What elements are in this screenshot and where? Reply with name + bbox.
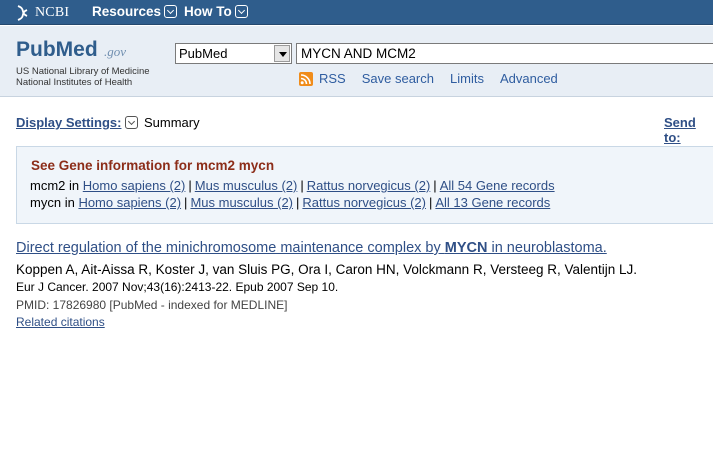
result-pmid: PMID: 17826980 [PubMed - indexed for MED…: [16, 298, 288, 312]
ncbi-logo[interactable]: NCBI: [14, 3, 69, 22]
pubmed-logo-gov: .gov: [104, 44, 127, 59]
pubmed-logo[interactable]: PubMed .gov: [16, 34, 156, 62]
database-select[interactable]: PubMed: [175, 43, 292, 64]
gene-row-mycn: mycn in Homo sapiens (2) | Mus musculus (2…: [30, 195, 550, 210]
gene-row-mcm2: mcm2 in Homo sapiens (2) | Mus musculus (2…: [30, 178, 555, 193]
chevron-down-icon: [164, 5, 178, 18]
howto-label: How To: [184, 4, 232, 19]
resources-label: Resources: [92, 4, 162, 19]
send-to-link[interactable]: Send to:: [664, 115, 713, 145]
howto-menu[interactable]: How To: [184, 4, 248, 19]
result-title-highlight: MYCN: [444, 240, 488, 256]
chevron-down-icon[interactable]: [125, 116, 138, 129]
related-citations-link[interactable]: Related citations: [16, 315, 105, 329]
display-format: Summary: [144, 115, 200, 130]
database-select-value: PubMed: [179, 46, 228, 61]
ncbi-logo-text: NCBI: [35, 4, 70, 20]
search-links: RSS Save search Limits Advanced: [299, 71, 558, 86]
gene-link-homo-sapiens[interactable]: Homo sapiens (2): [78, 195, 181, 210]
save-search-link[interactable]: Save search: [362, 71, 434, 86]
nih-label: National Institutes of Health: [16, 77, 133, 88]
rss-icon[interactable]: [299, 71, 313, 86]
search-input[interactable]: MYCN AND MCM2: [296, 43, 713, 64]
rss-link[interactable]: RSS: [319, 71, 346, 86]
dropdown-arrow-icon[interactable]: [274, 45, 290, 62]
resources-menu[interactable]: Resources: [92, 4, 178, 19]
separator: |: [428, 195, 433, 210]
separator: |: [184, 195, 188, 210]
gene-link-mus-musculus[interactable]: Mus musculus (2): [190, 195, 293, 210]
gene-name: mcm2: [30, 178, 66, 193]
result-journal: Eur J Cancer. 2007 Nov;43(16):2413-22. E…: [16, 280, 339, 294]
pubmed-logo-text: PubMed: [16, 38, 98, 61]
gene-in-label: in: [69, 178, 80, 193]
gene-name: mycn: [30, 195, 62, 210]
gene-link-all-records[interactable]: All 13 Gene records: [435, 195, 550, 210]
gene-link-rattus-norvegicus[interactable]: Rattus norvegicus (2): [302, 195, 426, 210]
nlm-label: US National Library of Medicine: [16, 66, 150, 77]
result-authors: Koppen A, Ait-Aissa R, Koster J, van Slu…: [16, 262, 638, 277]
display-settings-link[interactable]: Display Settings:: [16, 115, 121, 130]
advanced-link[interactable]: Advanced: [500, 71, 558, 86]
result-title-after: in neuroblastoma.: [487, 240, 607, 256]
result-title-before: Direct regulation of the minichromosome …: [16, 240, 445, 256]
gene-in-label: in: [64, 195, 75, 210]
gene-link-homo-sapiens[interactable]: Homo sapiens (2): [83, 178, 186, 193]
separator: |: [433, 178, 437, 193]
separator: |: [188, 178, 192, 193]
ncbi-top-bar: NCBI Resources How To: [0, 0, 713, 25]
separator: |: [300, 178, 304, 193]
gene-link-all-records[interactable]: All 54 Gene records: [440, 178, 555, 193]
result-title-link[interactable]: Direct regulation of the minichromosome …: [16, 240, 607, 256]
pubmed-header: PubMed .gov US National Library of Medic…: [0, 26, 713, 97]
chevron-down-icon: [234, 5, 248, 18]
gene-info-title: See Gene information for mcm2 mycn: [31, 158, 275, 173]
gene-info-box: See Gene information for mcm2 mycn mcm2 …: [16, 146, 713, 224]
limits-link[interactable]: Limits: [450, 71, 484, 86]
gene-link-rattus-norvegicus[interactable]: Rattus norvegicus (2): [307, 178, 431, 193]
separator: |: [296, 195, 300, 210]
ncbi-helix-icon: [17, 4, 28, 21]
gene-link-mus-musculus[interactable]: Mus musculus (2): [195, 178, 298, 193]
